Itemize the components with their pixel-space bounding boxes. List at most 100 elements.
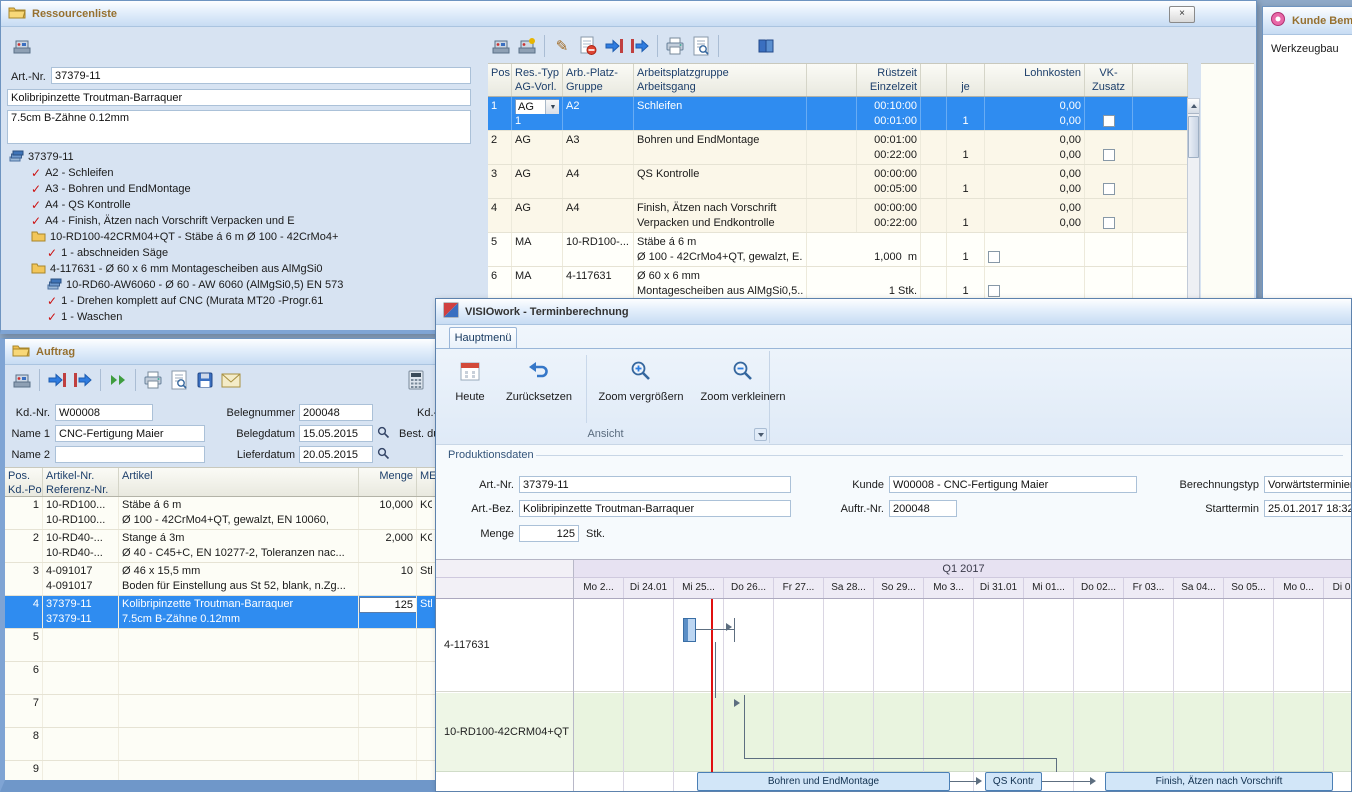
berechnungstyp-input[interactable] [1264,476,1352,493]
col-header-pos[interactable]: Pos.Kd.-Pos [5,468,43,496]
book-icon[interactable] [753,33,779,59]
table-row[interactable]: 4 37379-1137379-11 Kolibripinzette Trout… [5,596,436,629]
material-checkbox[interactable] [988,285,1000,297]
col-header-arbplatz[interactable]: Arb.-Platz-Gruppe [563,64,634,96]
table-row[interactable]: 6 MA 4-117631 Ø 60 x 6 mmMontagescheiben… [488,267,1188,301]
col-header-artikel[interactable]: Artikel [119,468,359,496]
zusatz-input[interactable]: 7.5cm B-Zähne 0.12mm [7,110,471,144]
gantt-day-header[interactable]: Mo 2...Di 24.01Mi 25...Do 26...Fr 27...S… [574,578,1352,599]
col-header-vkzusatz[interactable]: VK-Zusatz [1085,64,1133,96]
art-bez-input[interactable] [519,500,791,517]
name2-input[interactable] [55,446,205,463]
print-preview-icon[interactable] [166,367,192,393]
kunde-titlebar[interactable]: Kunde Bem [1263,7,1352,35]
zoom-vergroessern-button[interactable]: Zoom vergrößern [592,353,690,425]
gantt-task[interactable] [683,618,696,642]
table-row[interactable]: 9 [5,761,436,792]
table-row[interactable]: 8 [5,728,436,761]
print-icon[interactable] [140,367,166,393]
tree-item[interactable]: ✓1 - Waschen [9,309,481,325]
col-header-arbeitsgang[interactable]: ArbeitsplatzgruppeArbeitsgang [634,64,807,96]
gantt-bar[interactable]: Bohren und EndMontage [697,772,950,791]
table-row[interactable]: 1 10-RD100...10-RD100... Stäbe á 6 mØ 10… [5,497,436,530]
resource-machine-icon[interactable] [9,33,35,59]
res-typ-combobox[interactable]: AG▼ [515,99,559,114]
col-header-zeit[interactable]: RüstzeitEinzelzeit [857,64,921,96]
tree-item[interactable]: 10-RD100-42CRM04+QT - Stäbe á 6 m Ø 100 … [9,229,481,245]
print-icon[interactable] [662,33,688,59]
tree-item[interactable]: 10-RD60-AW6060 - Ø 60 - AW 6060 (AlMgSi0… [9,277,481,293]
export-arrow-icon[interactable] [70,367,96,393]
table-row[interactable]: 7 [5,695,436,728]
zuruecksetzen-button[interactable]: Zurücksetzen [498,353,580,425]
table-row[interactable]: 2 10-RD40-...10-RD40-... Stange á 3mØ 40… [5,530,436,563]
art-nr-input[interactable] [519,476,791,493]
col-header-artikelnr[interactable]: Artikel-Nr.Referenz-Nr. [43,468,119,496]
table-row[interactable]: 1 AG▼ 1 A2 Schleifen 00:10:0000:01:00 1 … [488,97,1188,131]
import-arrow-icon[interactable] [601,33,627,59]
table-row[interactable]: 3 4-0910174-091017 Ø 46 x 15,5 mmBoden f… [5,563,436,596]
menge-input[interactable] [519,525,579,542]
belegdatum-input[interactable] [299,425,373,442]
material-checkbox[interactable] [988,251,1000,263]
tab-hauptmenu[interactable]: Hauptmenü [449,327,517,348]
mail-icon[interactable] [218,367,244,393]
ressourcenliste-titlebar[interactable]: Ressourcenliste [1,1,1256,27]
table-row[interactable]: 3 AG A4 QS Kontrolle 00:00:0000:05:00 1 … [488,165,1188,199]
col-header-je[interactable]: je [947,64,985,96]
table-row[interactable]: 2 AG A3 Bohren und EndMontage 00:01:0000… [488,131,1188,165]
delete-page-icon[interactable] [575,33,601,59]
gantt-row-label[interactable]: 4-117631 [436,599,573,692]
search-icon[interactable] [377,447,390,463]
search-icon[interactable] [377,426,390,442]
kunde-input[interactable] [889,476,1137,493]
art-nr-input[interactable] [51,67,471,84]
bezeichnung-input[interactable] [7,89,471,106]
resource-machine-icon[interactable] [9,367,35,393]
name1-input[interactable] [55,425,205,442]
col-header-lohnkosten[interactable]: Lohnkosten [985,64,1085,96]
tree-item[interactable]: 4-117631 - Ø 60 x 6 mm Montagescheiben a… [9,261,481,277]
export-arrow-icon[interactable] [627,33,653,59]
print-preview-icon[interactable] [688,33,714,59]
scroll-up-icon[interactable] [1188,99,1199,114]
auftr-nr-input[interactable] [889,500,957,517]
import-arrow-icon[interactable] [44,367,70,393]
save-disk-icon[interactable] [192,367,218,393]
close-icon[interactable]: × [1169,6,1195,23]
heute-button[interactable]: Heute [446,353,494,425]
lieferdatum-input[interactable] [299,446,373,463]
terminberechnung-titlebar[interactable]: VISIOwork - Terminberechnung [436,299,1351,325]
vertical-scrollbar[interactable] [1187,98,1200,331]
col-header-menge[interactable]: Menge [359,468,417,496]
zoom-verkleinern-button[interactable]: Zoom verkleinern [694,353,792,425]
workplace-add-icon[interactable] [514,33,540,59]
workplace-icon[interactable] [488,33,514,59]
gantt-chart-area[interactable]: Bohren und EndMontage QS Kontr Finish, Ä… [574,599,1352,792]
chevron-down-icon[interactable] [754,428,767,441]
vk-zusatz-checkbox[interactable] [1103,149,1115,161]
menge-edit-input[interactable] [359,597,417,613]
forward-arrows-icon[interactable] [105,367,131,393]
tree-item[interactable]: ✓1 - abschneiden Säge [9,245,481,261]
gantt-bar[interactable]: QS Kontr [985,772,1042,791]
gantt-bar[interactable]: Finish, Ätzen nach Vorschrift [1105,772,1333,791]
gantt-row-label[interactable] [436,773,573,792]
vk-zusatz-checkbox[interactable] [1103,183,1115,195]
starttermin-input[interactable] [1264,500,1352,517]
edit-pencil-icon[interactable]: ✎ [549,33,575,59]
table-row[interactable]: 4 AG A4 Finish, Ätzen nach VorschriftVer… [488,199,1188,233]
tree-item[interactable]: ✓A3 - Bohren und EndMontage [9,181,481,197]
belegnummer-input[interactable] [299,404,373,421]
table-row[interactable]: 5 [5,629,436,662]
scroll-thumb[interactable] [1188,116,1199,158]
tree-item[interactable]: 37379-11 [9,149,481,165]
chevron-down-icon[interactable]: ▼ [545,100,559,114]
tree-item[interactable]: ✓A4 - QS Kontrolle [9,197,481,213]
col-header-menge[interactable] [807,64,857,96]
auftrag-titlebar[interactable]: Auftrag [5,339,436,365]
gantt-quarter-header[interactable]: Q1 2017 [574,560,1352,578]
tree-item[interactable]: ✓A4 - Finish, Ätzen nach Vorschrift Verp… [9,213,481,229]
kd-nr-input[interactable] [55,404,153,421]
tree-item[interactable]: ✓A2 - Schleifen [9,165,481,181]
